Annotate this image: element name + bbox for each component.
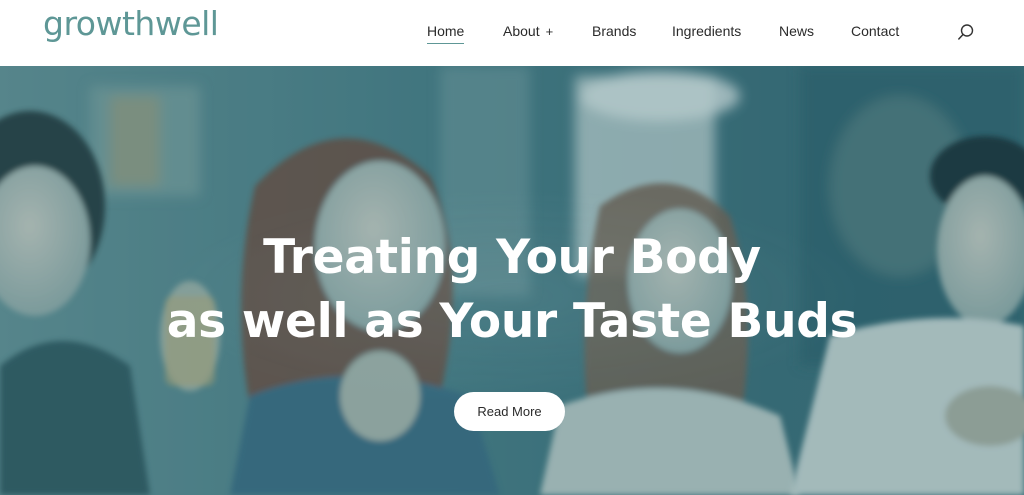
hero-title-line-1: Treating Your Body	[263, 230, 761, 285]
nav-item-ingredients[interactable]: Ingredients	[672, 23, 741, 39]
nav-item-about[interactable]: About +	[503, 23, 553, 39]
logo[interactable]: growthwell	[43, 4, 219, 43]
site-header: growthwell Home About + Brands Ingredient…	[0, 0, 1024, 66]
nav-item-news[interactable]: News	[779, 23, 814, 39]
nav-item-contact[interactable]: Contact	[851, 23, 899, 39]
nav-item-label: About	[503, 23, 540, 39]
hero-title: Treating Your Body as well as Your Taste…	[0, 226, 1024, 354]
nav-item-brands[interactable]: Brands	[592, 23, 636, 39]
hero-title-line-2: as well as Your Taste Buds	[166, 294, 858, 349]
plus-icon: +	[545, 24, 554, 39]
read-more-button[interactable]: Read More	[454, 392, 565, 431]
search-icon[interactable]	[957, 23, 975, 41]
nav-item-home[interactable]: Home	[427, 23, 465, 44]
hero-banner: Treating Your Body as well as Your Taste…	[0, 66, 1024, 495]
